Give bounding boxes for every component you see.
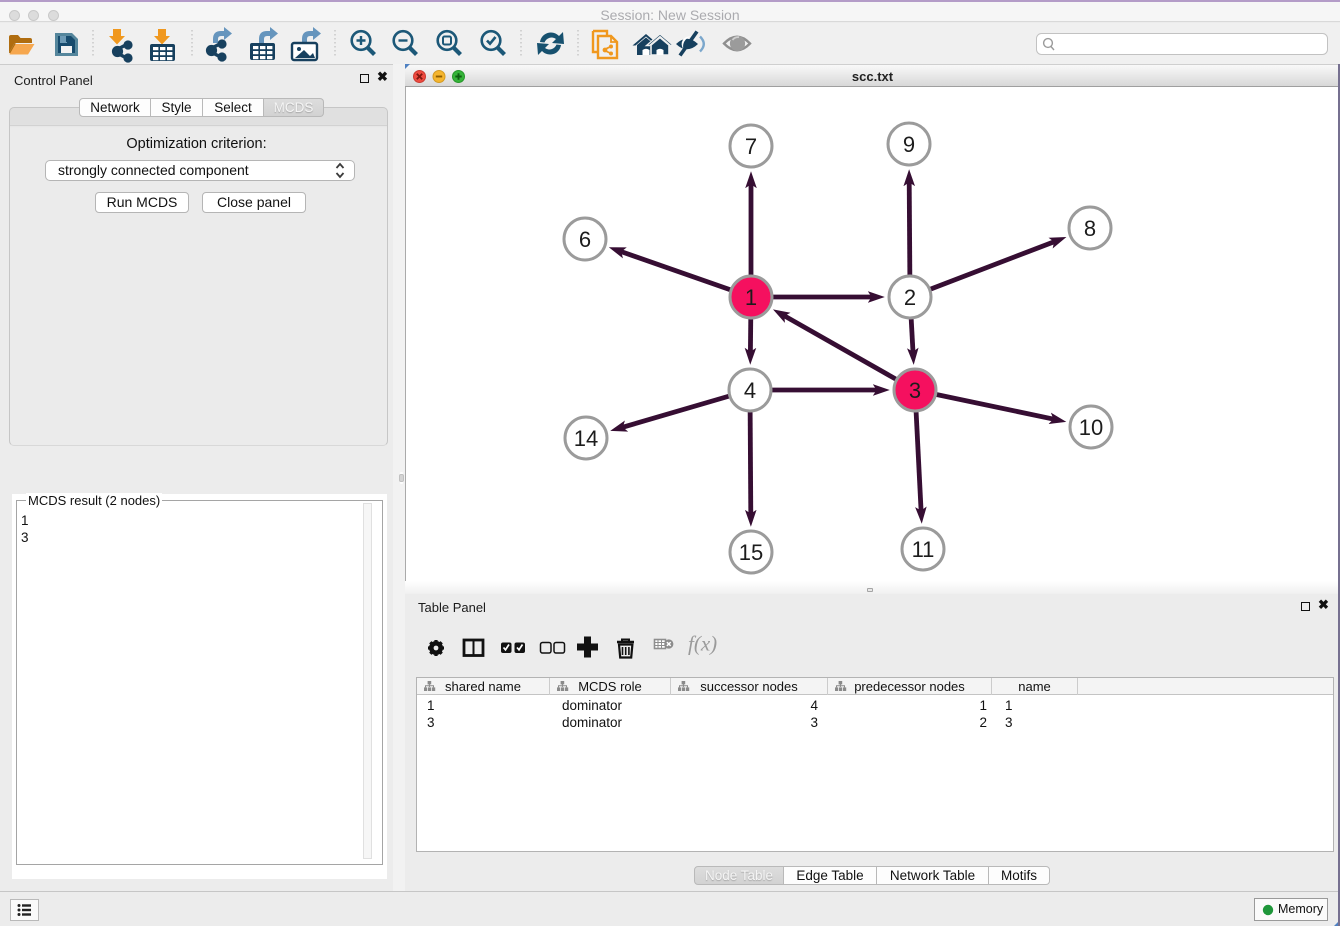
svg-text:6: 6	[579, 227, 591, 252]
svg-text:11: 11	[912, 537, 935, 562]
svg-text:3: 3	[909, 378, 921, 403]
svg-text:1: 1	[745, 285, 757, 310]
svg-text:15: 15	[739, 540, 763, 565]
svg-text:7: 7	[745, 134, 757, 159]
svg-text:2: 2	[904, 285, 916, 310]
svg-text:f(x): f(x)	[688, 632, 717, 656]
svg-text:14: 14	[574, 426, 598, 451]
svg-text:9: 9	[903, 132, 915, 157]
svg-text:4: 4	[744, 378, 756, 403]
svg-text:8: 8	[1084, 216, 1096, 241]
svg-text:10: 10	[1079, 415, 1103, 440]
